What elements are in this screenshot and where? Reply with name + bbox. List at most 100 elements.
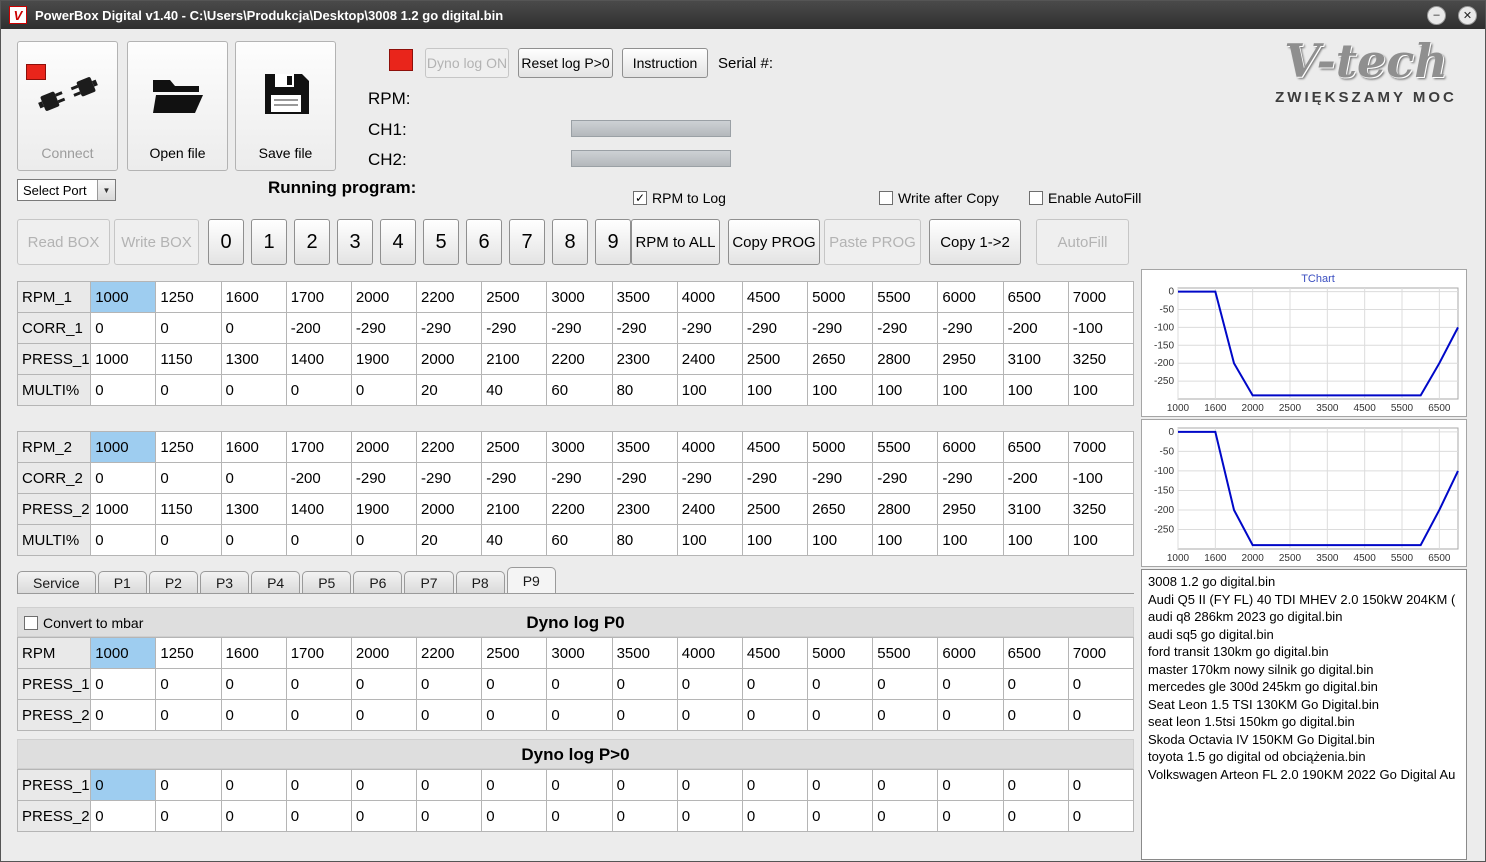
cell-RPM-2[interactable]: 1600 — [220, 637, 287, 669]
cell-PRESS_1-0[interactable]: 1000 — [90, 343, 157, 375]
tab-p2[interactable]: P2 — [148, 571, 198, 593]
number-button-2[interactable]: 2 — [294, 219, 330, 265]
cell-PRESS_1-14[interactable]: 3100 — [1002, 343, 1069, 375]
number-button-9[interactable]: 9 — [595, 219, 631, 265]
cell-PRESS_2-13[interactable]: 0 — [937, 699, 1004, 731]
cell-PRESS_1-4[interactable]: 1900 — [350, 343, 418, 375]
number-button-5[interactable]: 5 — [423, 219, 459, 265]
cell-PRESS_1-1[interactable]: 0 — [155, 769, 222, 801]
save-file-button[interactable]: Save file — [235, 41, 336, 171]
cell-MULTI%-1[interactable]: 0 — [155, 374, 222, 406]
cell-RPM-0[interactable]: 1000 — [90, 637, 157, 669]
cell-CORR_1-8[interactable]: -290 — [611, 312, 678, 344]
write-after-copy-checkbox[interactable]: Write after Copy — [879, 190, 999, 206]
cell-PRESS_2-3[interactable]: 0 — [285, 800, 352, 832]
cell-RPM-11[interactable]: 5000 — [807, 637, 874, 669]
cell-RPM_1-0[interactable]: 1000 — [90, 281, 157, 313]
write-after-copy-checkbox-box[interactable] — [879, 191, 893, 205]
cell-RPM-15[interactable]: 7000 — [1067, 637, 1135, 669]
cell-MULTI%-2[interactable]: 0 — [220, 524, 287, 556]
tab-p9[interactable]: P9 — [506, 567, 556, 593]
cell-RPM_1-14[interactable]: 6500 — [1002, 281, 1069, 313]
cell-MULTI%-9[interactable]: 100 — [676, 374, 743, 406]
cell-PRESS_2-10[interactable]: 0 — [741, 800, 809, 832]
cell-CORR_2-3[interactable]: -200 — [285, 462, 352, 494]
cell-MULTI%-14[interactable]: 100 — [1002, 374, 1069, 406]
cell-PRESS_2-14[interactable]: 0 — [1002, 699, 1069, 731]
file-item[interactable]: Audi Q5 II (FY FL) 40 TDI MHEV 2.0 150kW… — [1148, 591, 1460, 609]
cell-PRESS_1-14[interactable]: 0 — [1002, 668, 1069, 700]
cell-CORR_2-0[interactable]: 0 — [90, 462, 157, 494]
paste-prog-button[interactable]: Paste PROG — [824, 219, 921, 265]
tab-p3[interactable]: P3 — [199, 571, 250, 593]
cell-PRESS_2-3[interactable]: 0 — [285, 699, 352, 731]
cell-RPM_2-15[interactable]: 7000 — [1067, 431, 1135, 463]
cell-RPM_2-10[interactable]: 4500 — [741, 431, 809, 463]
cell-PRESS_2-9[interactable]: 2400 — [676, 493, 743, 525]
cell-MULTI%-3[interactable]: 0 — [285, 374, 352, 406]
cell-PRESS_1-9[interactable]: 0 — [676, 769, 743, 801]
file-item[interactable]: audi sq5 go digital.bin — [1148, 626, 1460, 644]
cell-PRESS_1-1[interactable]: 0 — [155, 668, 222, 700]
cell-PRESS_2-1[interactable]: 0 — [155, 699, 222, 731]
cell-RPM-8[interactable]: 3500 — [611, 637, 678, 669]
read-box-button[interactable]: Read BOX — [17, 219, 110, 265]
cell-CORR_1-2[interactable]: 0 — [220, 312, 287, 344]
cell-PRESS_2-7[interactable]: 0 — [546, 800, 613, 832]
cell-PRESS_1-8[interactable]: 0 — [611, 769, 678, 801]
cell-PRESS_2-12[interactable]: 0 — [872, 800, 939, 832]
cell-PRESS_2-15[interactable]: 0 — [1067, 699, 1135, 731]
cell-PRESS_1-12[interactable]: 0 — [872, 668, 939, 700]
cell-PRESS_1-0[interactable]: 0 — [90, 668, 157, 700]
tab-p4[interactable]: P4 — [251, 571, 301, 593]
cell-PRESS_2-0[interactable]: 0 — [90, 800, 157, 832]
tab-p5[interactable]: P5 — [302, 571, 352, 593]
copy-1-to-2-button[interactable]: Copy 1->2 — [929, 219, 1021, 265]
cell-CORR_2-2[interactable]: 0 — [220, 462, 287, 494]
number-button-1[interactable]: 1 — [251, 219, 287, 265]
file-item[interactable]: ford transit 130km go digital.bin — [1148, 643, 1460, 661]
cell-RPM_2-3[interactable]: 1700 — [285, 431, 352, 463]
cell-PRESS_2-4[interactable]: 0 — [350, 699, 418, 731]
cell-RPM_2-1[interactable]: 1250 — [155, 431, 222, 463]
cell-RPM_1-5[interactable]: 2200 — [416, 281, 483, 313]
cell-CORR_2-14[interactable]: -200 — [1002, 462, 1069, 494]
cell-PRESS_2-1[interactable]: 0 — [155, 800, 222, 832]
cell-RPM_1-10[interactable]: 4500 — [741, 281, 809, 313]
cell-MULTI%-4[interactable]: 0 — [350, 524, 418, 556]
cell-CORR_1-7[interactable]: -290 — [546, 312, 613, 344]
cell-PRESS_2-9[interactable]: 0 — [676, 699, 743, 731]
cell-PRESS_2-6[interactable]: 2100 — [481, 493, 548, 525]
cell-PRESS_1-13[interactable]: 0 — [937, 769, 1004, 801]
cell-PRESS_1-4[interactable]: 0 — [350, 769, 418, 801]
cell-CORR_2-4[interactable]: -290 — [350, 462, 418, 494]
cell-RPM_1-9[interactable]: 4000 — [676, 281, 743, 313]
cell-RPM_1-12[interactable]: 5500 — [872, 281, 939, 313]
cell-PRESS_1-13[interactable]: 0 — [937, 668, 1004, 700]
cell-MULTI%-8[interactable]: 80 — [611, 524, 678, 556]
cell-CORR_1-0[interactable]: 0 — [90, 312, 157, 344]
cell-PRESS_1-11[interactable]: 0 — [807, 769, 874, 801]
cell-PRESS_2-11[interactable]: 0 — [807, 699, 874, 731]
autofill-button[interactable]: AutoFill — [1036, 219, 1129, 265]
cell-CORR_1-1[interactable]: 0 — [155, 312, 222, 344]
cell-MULTI%-11[interactable]: 100 — [807, 374, 874, 406]
cell-CORR_2-13[interactable]: -290 — [937, 462, 1004, 494]
cell-PRESS_2-5[interactable]: 2000 — [416, 493, 483, 525]
cell-PRESS_1-15[interactable]: 3250 — [1067, 343, 1135, 375]
number-button-8[interactable]: 8 — [552, 219, 588, 265]
tab-p6[interactable]: P6 — [353, 571, 403, 593]
cell-PRESS_2-0[interactable]: 0 — [90, 699, 157, 731]
cell-PRESS_2-2[interactable]: 0 — [220, 699, 287, 731]
cell-RPM-6[interactable]: 2500 — [481, 637, 548, 669]
cell-RPM_1-8[interactable]: 3500 — [611, 281, 678, 313]
cell-CORR_2-15[interactable]: -100 — [1067, 462, 1135, 494]
enable-autofill-checkbox-box[interactable] — [1029, 191, 1043, 205]
cell-RPM_1-15[interactable]: 7000 — [1067, 281, 1135, 313]
cell-MULTI%-7[interactable]: 60 — [546, 374, 613, 406]
cell-PRESS_1-11[interactable]: 0 — [807, 668, 874, 700]
number-button-3[interactable]: 3 — [337, 219, 373, 265]
cell-RPM_2-4[interactable]: 2000 — [350, 431, 418, 463]
cell-PRESS_2-10[interactable]: 0 — [741, 699, 809, 731]
cell-PRESS_2-8[interactable]: 0 — [611, 800, 678, 832]
